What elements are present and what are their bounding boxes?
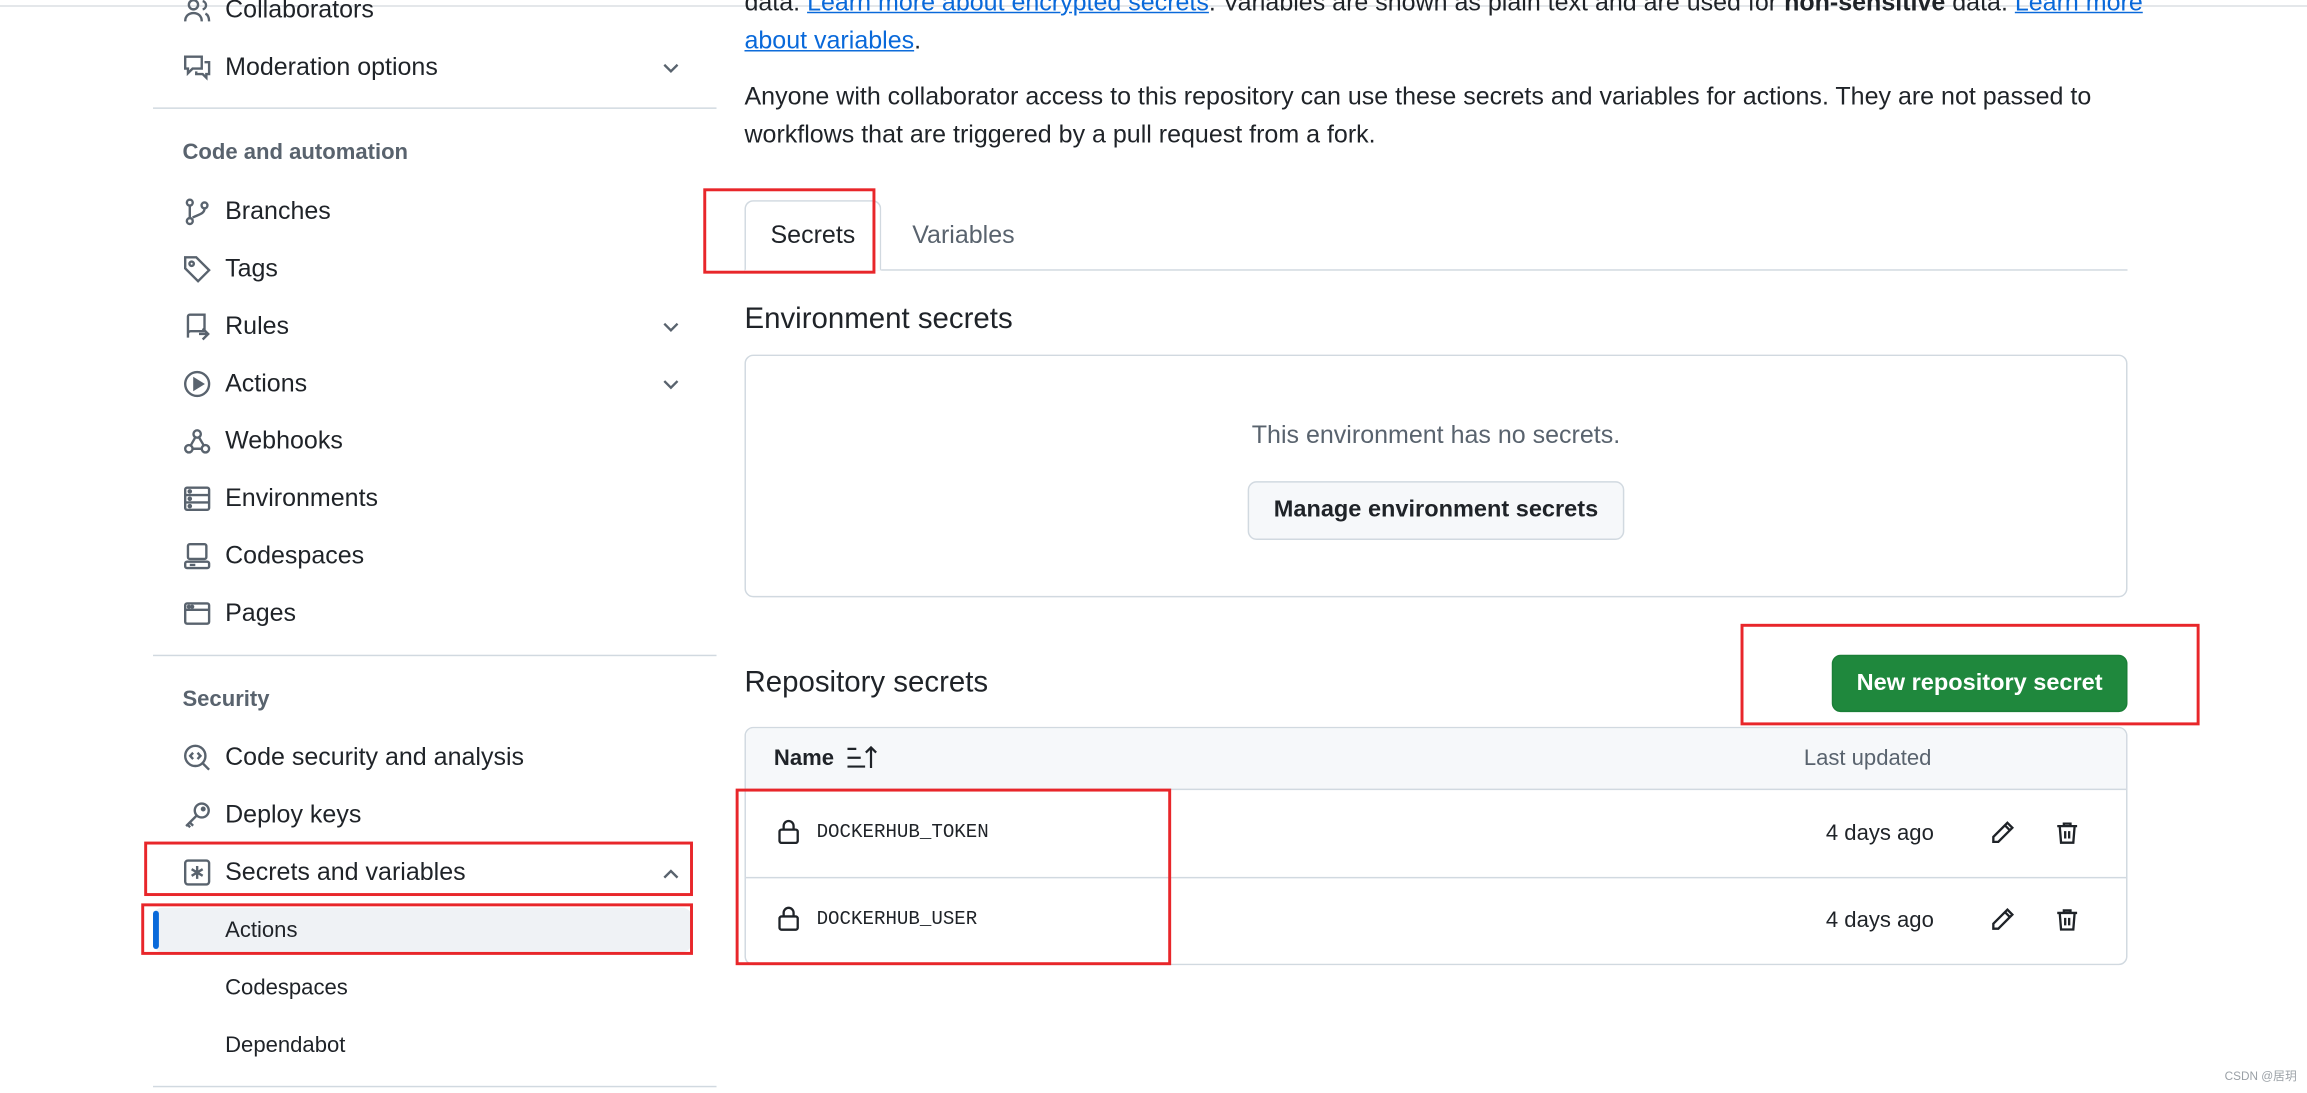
sidebar-item-label: Code security and analysis <box>225 743 525 771</box>
chevron-down-icon[interactable] <box>659 372 683 396</box>
chevron-down-icon[interactable] <box>659 315 683 339</box>
sidebar-item-label: Rules <box>225 311 290 340</box>
annotation-box-new-secret <box>1740 623 2200 726</box>
people-icon <box>182 0 211 25</box>
sidebar-item-tags[interactable]: Tags <box>182 249 278 290</box>
intro-text: data. <box>1945 0 2015 17</box>
sidebar-item-collaborators[interactable]: Collaborators <box>182 0 374 31</box>
sidebar-item-label: Tags <box>225 254 278 283</box>
tabs-underline <box>744 269 2128 271</box>
annotation-box-secrets-tab <box>703 188 876 274</box>
watermark: CSDN @居玥 <box>2224 1069 2297 1083</box>
sidebar-subitem-codespaces[interactable]: Codespaces <box>225 975 348 1000</box>
sidebar-item-label: Webhooks <box>225 426 343 455</box>
sidebar-divider <box>153 107 717 109</box>
intro-text: . <box>914 26 922 55</box>
sidebar-item-label: Branches <box>225 197 331 226</box>
about-variables-link[interactable]: about variables <box>744 26 914 54</box>
comment-discussion-icon <box>182 53 211 82</box>
tag-icon <box>182 255 211 284</box>
sidebar-item-label: Collaborators <box>225 0 374 24</box>
browser-icon <box>182 599 211 628</box>
sidebar-item-rules[interactable]: Rules <box>182 306 289 347</box>
annotation-box-secret-rows <box>735 788 1172 966</box>
learn-more-secrets-link[interactable]: Learn more about encrypted secrets <box>807 0 1209 16</box>
sidebar-item-label: Actions <box>225 369 308 398</box>
manage-environment-secrets-button[interactable]: Manage environment secrets <box>1247 481 1625 540</box>
section-heading-code-automation: Code and automation <box>182 139 409 165</box>
sidebar-item-label: Pages <box>225 598 297 627</box>
learn-more-variables-link[interactable]: Learn more <box>2015 0 2143 16</box>
pencil-icon[interactable] <box>1989 906 2015 932</box>
webhook-icon <box>182 427 211 456</box>
secret-last-updated: 4 days ago <box>1825 907 1934 933</box>
sidebar-item-branches[interactable]: Branches <box>182 191 331 232</box>
collaborator-note-line-2: workflows that are triggered by a pull r… <box>744 120 1376 149</box>
trash-icon[interactable] <box>2054 820 2080 846</box>
trash-icon[interactable] <box>2054 906 2080 932</box>
intro-bold-text: non-sensitive <box>1784 0 1946 17</box>
intro-line-2: about variables. <box>744 22 921 60</box>
sidebar-item-label: Moderation options <box>225 52 438 81</box>
repo-push-icon <box>182 312 211 341</box>
sidebar-subitem-dependabot[interactable]: Dependabot <box>225 1033 345 1058</box>
empty-state-text: This environment has no secrets. <box>1251 420 1621 449</box>
intro-text: . Variables are shown as plain text and … <box>1208 0 1785 17</box>
column-header-last-updated: Last updated <box>1803 745 1932 771</box>
git-branch-icon <box>182 197 211 226</box>
play-icon <box>182 369 211 398</box>
repository-secrets-heading: Repository secrets <box>744 666 989 699</box>
chevron-down-icon[interactable] <box>659 56 683 80</box>
secret-last-updated: 4 days ago <box>1825 820 1934 846</box>
collaborator-note-line-1: Anyone with collaborator access to this … <box>744 82 2092 111</box>
sidebar-item-actions[interactable]: Actions <box>182 363 307 404</box>
key-icon <box>182 800 211 829</box>
tab-variables[interactable]: Variables <box>912 221 1014 250</box>
section-heading-security: Security <box>182 687 270 713</box>
sidebar-divider <box>153 1085 717 1088</box>
annotation-box-secrets-variables <box>144 841 693 897</box>
sidebar-item-deploy-keys[interactable]: Deploy keys <box>182 795 361 836</box>
sidebar-item-webhooks[interactable]: Webhooks <box>182 421 343 462</box>
sidebar-item-codespaces[interactable]: Codespaces <box>182 536 364 577</box>
codescan-icon <box>182 743 211 772</box>
codespaces-icon <box>182 541 211 570</box>
pencil-icon[interactable] <box>1989 820 2015 846</box>
column-header-name[interactable]: Name <box>774 746 834 771</box>
sort-ascending-icon[interactable] <box>846 744 878 770</box>
intro-text: data. <box>744 0 808 17</box>
sidebar-item-code-security[interactable]: Code security and analysis <box>182 737 524 778</box>
intro-line-1: data. Learn more about encrypted secrets… <box>744 0 2142 22</box>
environment-secrets-heading: Environment secrets <box>744 303 1013 336</box>
annotation-box-actions-subitem <box>141 903 693 955</box>
sidebar-item-environments[interactable]: Environments <box>182 478 378 519</box>
server-icon <box>182 484 211 513</box>
sidebar-item-label: Codespaces <box>225 541 365 570</box>
sidebar-divider <box>153 654 717 657</box>
sidebar-item-pages[interactable]: Pages <box>182 593 296 634</box>
sidebar-item-label: Deploy keys <box>225 800 362 829</box>
settings-page: Collaborators Moderation options Code an… <box>0 0 2307 1093</box>
environment-secrets-box <box>744 354 2128 598</box>
sidebar-item-label: Environments <box>225 484 379 513</box>
sidebar-item-moderation-options[interactable]: Moderation options <box>182 47 438 88</box>
